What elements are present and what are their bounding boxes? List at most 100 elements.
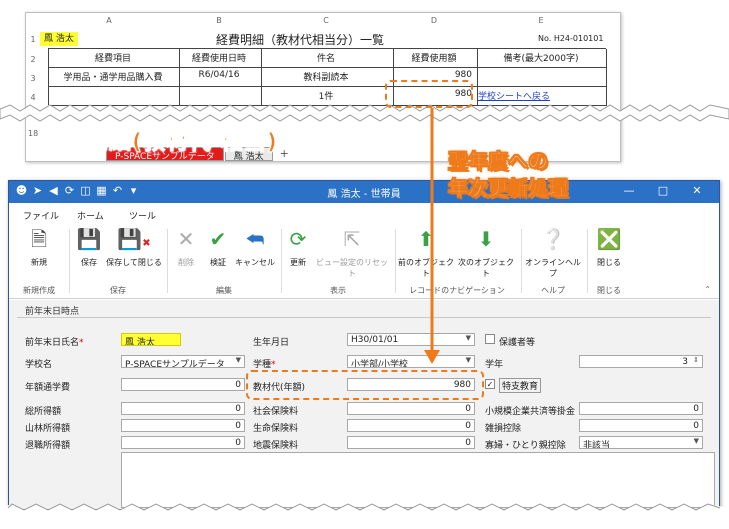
- back-to-school-sheet-link[interactable]: 学校シートへ戻る: [478, 89, 550, 102]
- next-object-button[interactable]: ⬇ 次のオブジェクト: [457, 227, 515, 279]
- document-number: No. H24-010101: [538, 34, 604, 43]
- col-header-e: E: [538, 16, 544, 25]
- menu-bar: ファイル ホーム ツール: [9, 203, 719, 225]
- delete-button[interactable]: ✕ 削除: [169, 227, 203, 268]
- forest-income-input[interactable]: 0: [121, 419, 245, 432]
- social-insurance-input[interactable]: 0: [347, 402, 475, 415]
- commute-input[interactable]: 0: [121, 378, 245, 391]
- table-cell-subject[interactable]: 教科副読本: [260, 70, 392, 83]
- small-business-input[interactable]: 0: [579, 402, 703, 415]
- commute-label: 年額通学費: [25, 383, 71, 393]
- guardian-label: 保護者等: [499, 338, 536, 348]
- ribbon-separator: [167, 229, 168, 293]
- save-button[interactable]: 💾 保存: [71, 227, 107, 268]
- view-reset-icon: ⇱: [343, 227, 361, 251]
- verify-button-label: 検証: [210, 258, 226, 267]
- close-window-icon[interactable]: ✕: [687, 184, 707, 197]
- next-object-label: 次のオブジェクト: [458, 258, 514, 278]
- title-bar: ☻ ➤ ◀ ⟳ ◫ ▦ ↶ ▾ 鳳 浩太 - 世帯員 — □ ✕: [9, 181, 719, 203]
- annotation-year-end-update: 翌年度への 年次更新処理: [448, 149, 569, 201]
- social-insurance-label: 社会保険料: [253, 407, 299, 417]
- birthdate-label: 生年月日: [253, 338, 290, 348]
- ribbon-separator: [587, 229, 588, 293]
- ribbon-separator: [281, 229, 282, 293]
- window-title: 鳳 浩太 - 世帯員: [327, 189, 401, 200]
- misc-deduction-label: 雑損控除: [485, 424, 522, 434]
- name-input[interactable]: 鳳 浩太: [121, 333, 181, 346]
- col-header-b: B: [216, 16, 222, 25]
- school-select[interactable]: P-SPACEサンプルデータ ▼: [121, 355, 245, 368]
- save-close-button[interactable]: 💾✖ 保存して閉じる: [105, 227, 163, 268]
- close-button-label: 閉じる: [597, 258, 621, 267]
- row-header-4: 4: [30, 93, 36, 102]
- verify-button[interactable]: ✔ 検証: [201, 227, 235, 268]
- ribbon-separator: [69, 229, 70, 293]
- employee-name-cell[interactable]: 鳳 浩太: [40, 32, 78, 46]
- table-cell-item[interactable]: 学用品・通学用品購入費: [48, 70, 178, 83]
- down-arrow-circle-icon: ⬇: [477, 227, 495, 251]
- col-header-c: C: [323, 16, 329, 25]
- delete-x-icon: ✕: [177, 227, 195, 251]
- small-business-label: 小規模企業共済等掛金: [485, 407, 576, 417]
- group-display: 表示: [330, 286, 346, 295]
- retirement-income-input[interactable]: 0: [121, 436, 245, 449]
- table-header-notes: 備考(最大2000字): [503, 54, 579, 64]
- misc-deduction-input[interactable]: 0: [579, 419, 703, 432]
- life-insurance-input[interactable]: 0: [347, 419, 475, 432]
- group-edit: 編集: [216, 286, 232, 295]
- group-save: 保存: [110, 286, 126, 295]
- special-education-checkbox[interactable]: ✓: [485, 379, 495, 389]
- total-income-input[interactable]: 0: [121, 402, 245, 415]
- earthquake-insurance-input[interactable]: 0: [347, 436, 475, 449]
- chevron-down-icon: ▼: [465, 356, 471, 364]
- view-reset-button[interactable]: ⇱ ビュー設定のリセット: [313, 227, 391, 279]
- earthquake-insurance-label: 地震保険料: [253, 441, 299, 451]
- menu-file[interactable]: ファイル: [23, 209, 59, 222]
- online-help-label: オンラインヘルプ: [525, 258, 581, 278]
- cancel-button[interactable]: ⮪ キャンセル: [233, 227, 277, 268]
- menu-tools[interactable]: ツール: [129, 209, 156, 222]
- retirement-income-label: 退職所得額: [25, 441, 71, 451]
- undo-arrow-icon: ⮪: [245, 227, 265, 251]
- torn-edge-bottom: [0, 503, 729, 529]
- new-button[interactable]: 🗎 新規: [11, 227, 67, 268]
- highlight-materials-field: [246, 370, 484, 400]
- widow-deduction-select[interactable]: 非該当 ▼: [579, 436, 703, 449]
- table-cell-date[interactable]: R6/04/16: [178, 70, 260, 80]
- member-form: 前年末日時点 前年末日氏名* 鳳 浩太 生年月日 H30/01/01 ▼ 保護者等…: [9, 300, 719, 509]
- checkmark-icon: ✔: [209, 227, 227, 251]
- school-type-label: 学種*: [253, 360, 276, 370]
- save-close-button-label: 保存して閉じる: [106, 258, 162, 267]
- transfer-arrow-icon: [424, 108, 440, 364]
- guardian-checkbox[interactable]: [485, 334, 495, 344]
- group-new: 新規作成: [23, 286, 55, 295]
- collapse-ribbon-icon[interactable]: ⌃: [704, 285, 711, 294]
- table-cell-amount[interactable]: 980: [392, 70, 472, 80]
- grade-stepper[interactable]: 3 ⇕: [579, 355, 703, 368]
- minimize-icon[interactable]: —: [619, 184, 639, 197]
- new-document-icon: 🗎: [30, 227, 48, 251]
- table-header-amount: 経費使用額: [411, 54, 457, 64]
- stepper-icon: ⇕: [693, 356, 699, 364]
- row-header-2: 2: [30, 55, 36, 64]
- school-type-select[interactable]: 小学部/小学校 ▼: [347, 355, 475, 368]
- household-member-window: ☻ ➤ ◀ ⟳ ◫ ▦ ↶ ▾ 鳳 浩太 - 世帯員 — □ ✕ ファイル ホー…: [8, 180, 720, 510]
- highlight-sheet-total: [385, 80, 473, 108]
- col-header-a: A: [106, 16, 112, 25]
- table-cell-count: 1件: [318, 92, 334, 102]
- cancel-button-label: キャンセル: [235, 258, 275, 267]
- online-help-button[interactable]: ❔ オンラインヘルプ: [523, 227, 583, 279]
- chevron-down-icon: ▼: [693, 437, 699, 445]
- school-label: 学校名: [25, 360, 53, 370]
- col-header-d: D: [430, 16, 438, 25]
- delete-button-label: 削除: [178, 258, 194, 267]
- refresh-button-label: 更新: [290, 258, 306, 267]
- maximize-icon[interactable]: □: [653, 184, 673, 197]
- save-and-close-icon: 💾✖: [117, 227, 151, 251]
- row-header-18: 18: [28, 129, 39, 138]
- birthdate-select[interactable]: H30/01/01 ▼: [347, 333, 475, 346]
- close-button[interactable]: ❎ 閉じる: [589, 227, 629, 268]
- refresh-button[interactable]: ⟳ 更新: [283, 227, 313, 268]
- ribbon: 🗎 新規 新規作成 💾 保存 💾✖ 保存して閉じる 保存 ✕ 削除 ✔ 検証 ⮪…: [9, 223, 719, 299]
- chevron-down-icon: ▼: [465, 334, 471, 342]
